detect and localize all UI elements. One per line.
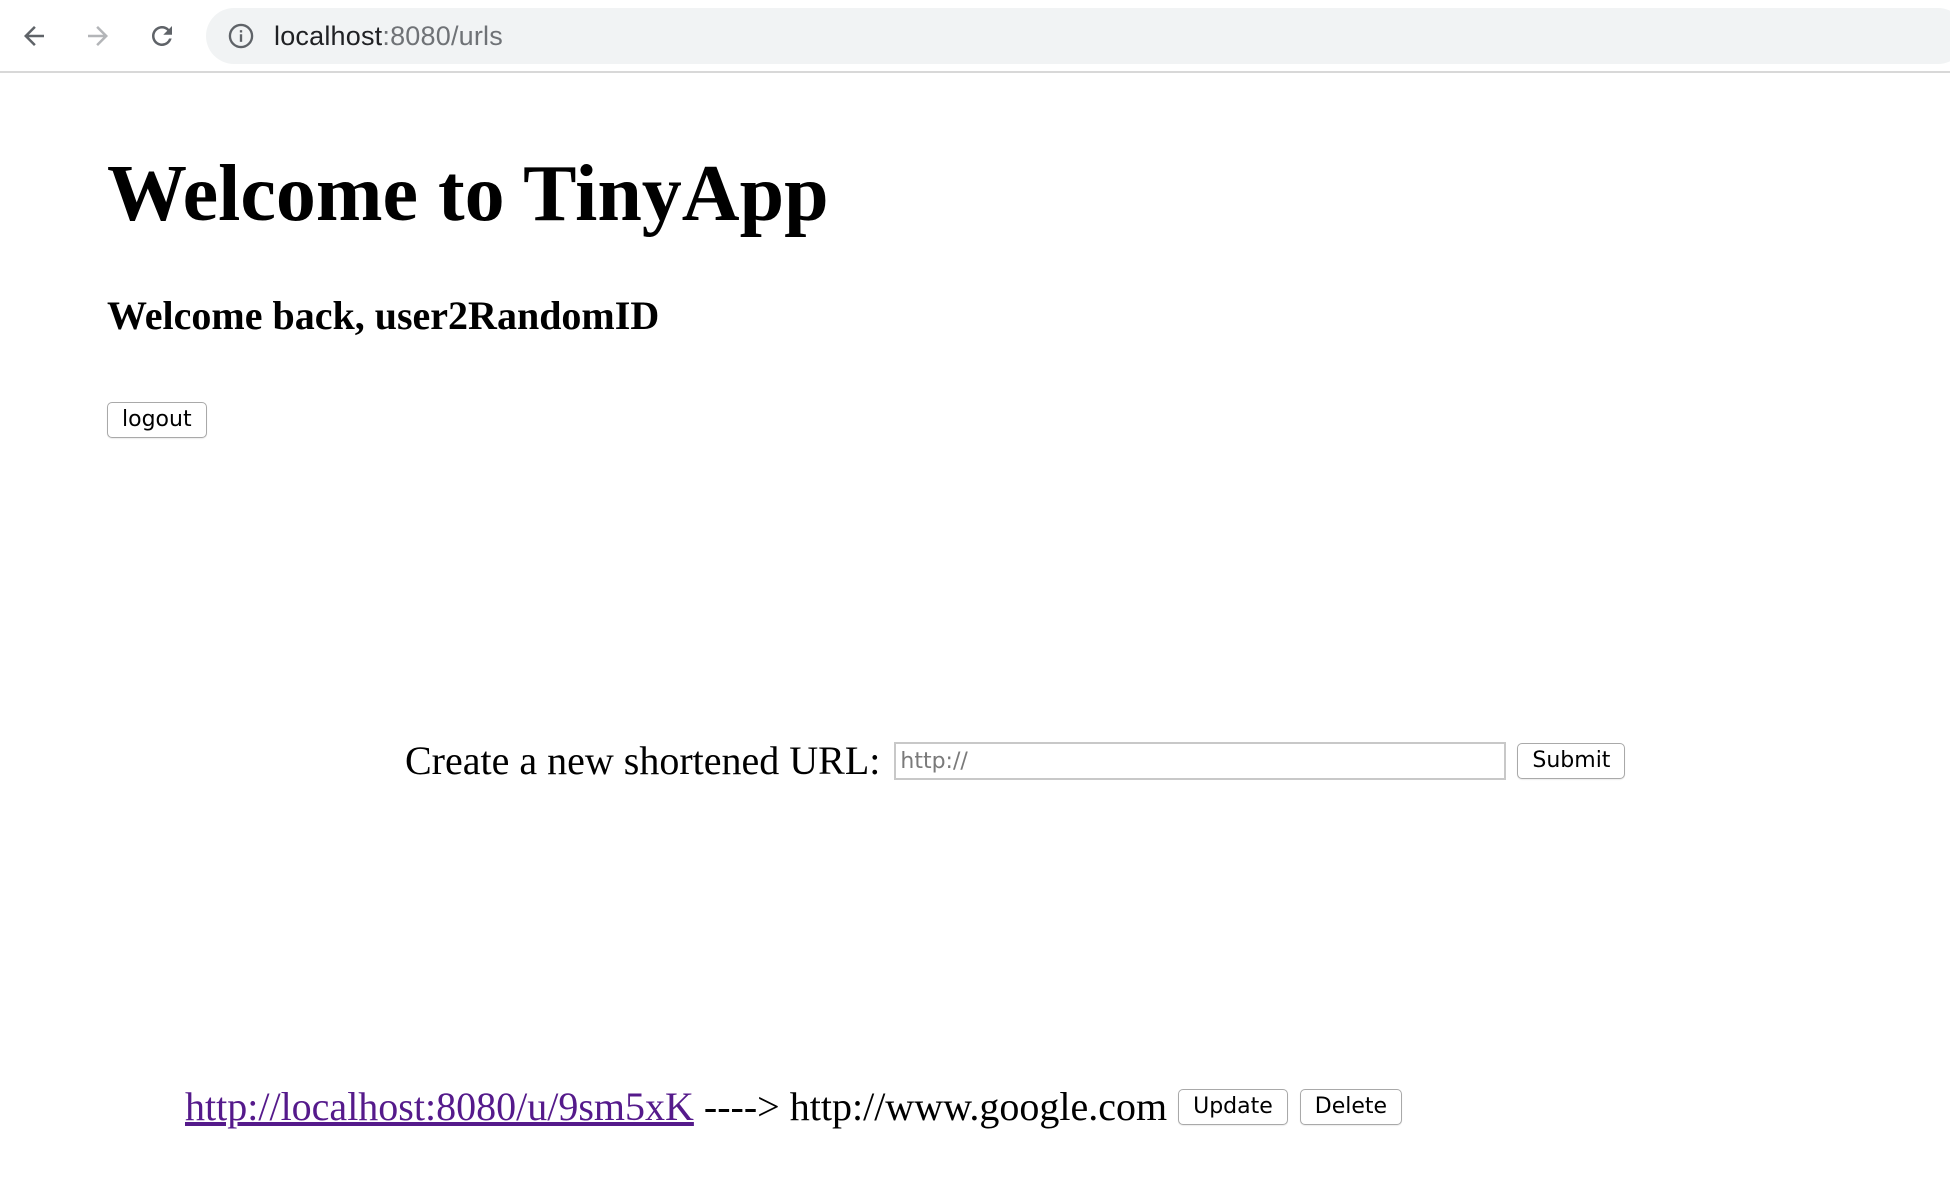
logout-button[interactable]: logout [107, 402, 207, 438]
url-list-item: http://localhost:8080/u/9sm5xK ----> htt… [185, 1082, 1403, 1132]
info-icon[interactable] [226, 21, 256, 51]
long-url-input[interactable] [894, 742, 1507, 780]
reload-icon [147, 21, 177, 51]
short-url-link[interactable]: http://localhost:8080/u/9sm5xK [185, 1083, 694, 1131]
address-url: localhost:8080/urls [274, 21, 503, 52]
long-url-text: http://www.google.com [789, 1084, 1168, 1129]
back-button[interactable] [14, 16, 54, 56]
address-path: :8080/urls [382, 20, 503, 51]
welcome-message: Welcome back, user2RandomID [107, 293, 660, 338]
create-url-form: Create a new shortened URL: Submit [405, 736, 1626, 786]
forward-button[interactable] [78, 16, 118, 56]
url-arrow: ----> [703, 1084, 780, 1129]
delete-button[interactable]: Delete [1299, 1089, 1403, 1125]
address-host: localhost [274, 20, 383, 51]
update-button[interactable]: Update [1178, 1089, 1288, 1125]
arrow-right-icon [83, 21, 113, 51]
address-bar[interactable]: localhost:8080/urls [206, 8, 1950, 64]
page-title: Welcome to TinyApp [107, 150, 829, 238]
arrow-left-icon [19, 21, 49, 51]
browser-toolbar: localhost:8080/urls [0, 0, 1950, 73]
reload-button[interactable] [142, 16, 182, 56]
create-url-label: Create a new shortened URL: [405, 738, 881, 783]
submit-button[interactable]: Submit [1517, 743, 1626, 779]
